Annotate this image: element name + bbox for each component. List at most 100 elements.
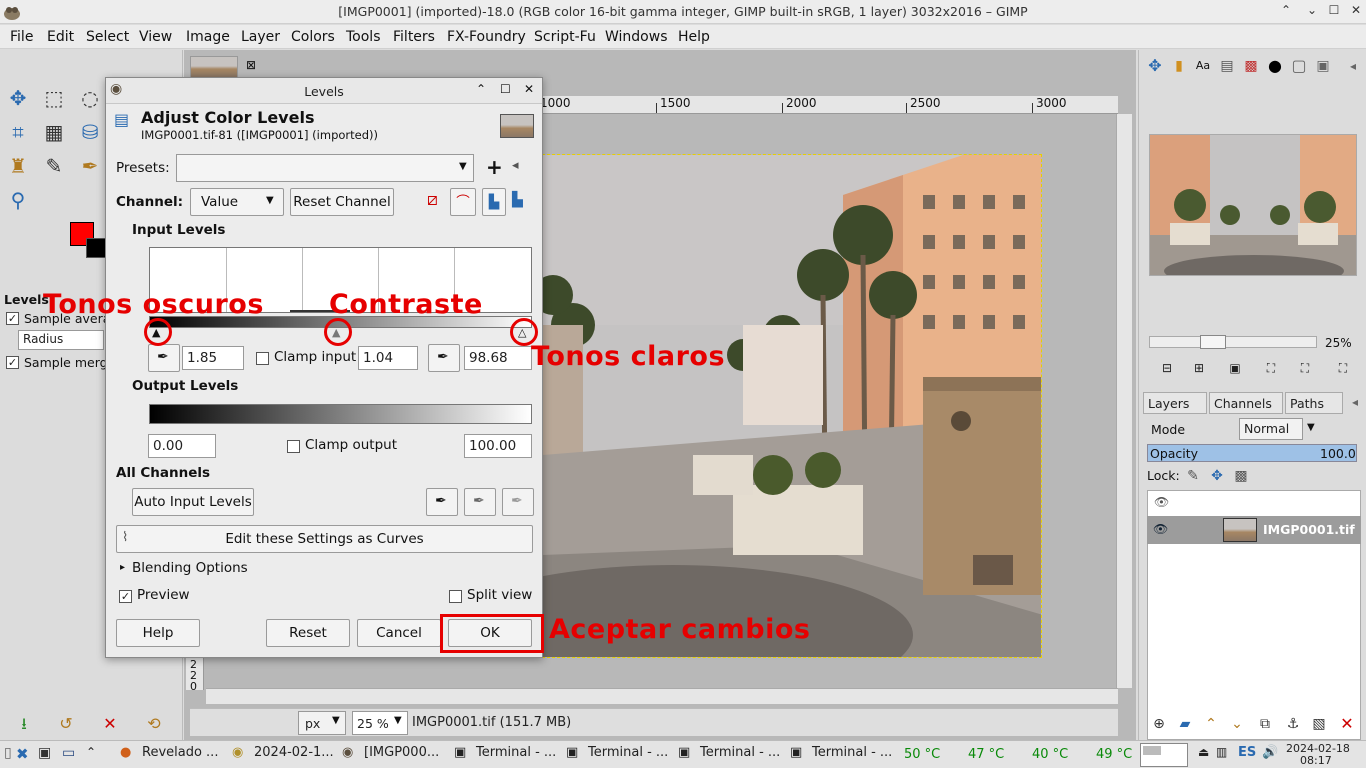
chevron-down-icon[interactable]: ▼ [459, 161, 467, 172]
task-button-terminal-2[interactable]: Terminal - ... [588, 745, 668, 767]
layer-mode-select[interactable]: Normal [1239, 418, 1303, 440]
chevron-down-icon[interactable]: ▼ [1307, 422, 1315, 433]
horizontal-scrollbar[interactable] [206, 688, 1118, 704]
sample-merged-checkbox[interactable]: ✓ [6, 356, 19, 369]
task-button-terminal-4[interactable]: Terminal - ... [812, 745, 892, 767]
zoom-icon[interactable]: ⚲ [4, 186, 32, 214]
menu-edit[interactable]: Edit [47, 29, 74, 45]
mask-icon[interactable]: ▧ [1305, 710, 1333, 738]
zoom-out-icon[interactable]: ⊟ [1153, 354, 1181, 382]
tab-layers[interactable]: Layers [1143, 392, 1207, 414]
delete-layer-icon[interactable]: ✕ [1333, 710, 1361, 738]
delete-options-icon[interactable]: ✕ [96, 710, 124, 738]
restore-icon[interactable]: ⌄ [1304, 3, 1320, 19]
clamp-input-checkbox[interactable] [256, 352, 269, 365]
clone-icon[interactable]: ♜ [4, 152, 32, 180]
new-group-icon[interactable]: ▰ [1171, 710, 1199, 738]
visibility-eye-icon[interactable]: 👁 [1153, 522, 1168, 536]
edit-as-curves-button[interactable]: Edit these Settings as Curves [116, 525, 533, 553]
workspace-1[interactable] [1143, 746, 1161, 755]
task-button-terminal-1[interactable]: Terminal - ... [476, 745, 556, 767]
task-button-folder[interactable]: 2024-02-1... [254, 745, 334, 767]
close-icon[interactable]: ✕ [1348, 3, 1364, 19]
vertical-scrollbar[interactable] [1116, 114, 1132, 688]
low-output-spinner[interactable]: 0.00 [148, 434, 216, 458]
menu-layer[interactable]: Layer [241, 29, 280, 45]
reset-button[interactable]: Reset [266, 619, 350, 647]
image-tab-close-icon[interactable]: ⊠ [246, 58, 256, 72]
slider-handle[interactable] [1200, 335, 1226, 349]
reset-options-icon[interactable]: ⟲ [140, 710, 168, 738]
usb-icon[interactable]: ⏏ [1198, 745, 1209, 767]
cancel-button[interactable]: Cancel [357, 619, 441, 647]
restore-options-icon[interactable]: ↺ [52, 710, 80, 738]
menu-image[interactable]: Image [186, 29, 230, 45]
reset-channel-button[interactable]: Reset Channel [290, 188, 394, 216]
histogram-fill-icon[interactable]: ▙ [512, 192, 523, 208]
volume-icon[interactable]: 🔊 [1262, 745, 1278, 767]
move-tool-icon[interactable]: ✥ [4, 84, 32, 112]
dock-menu-icon[interactable]: ◂ [1341, 388, 1366, 416]
sample-average-checkbox[interactable]: ✓ [6, 312, 19, 325]
xfce-menu-icon[interactable]: ✖ [16, 745, 29, 767]
zoom-1-1-icon[interactable]: ▣ [1221, 354, 1249, 382]
launcher-chevron-icon[interactable]: ⌃ [86, 745, 96, 767]
show-desktop-icon[interactable]: ▭ [62, 745, 75, 767]
menu-view[interactable]: View [139, 29, 172, 45]
presets-menu-icon[interactable]: ◂ [512, 158, 519, 173]
bucket-fill-icon[interactable]: ⛁ [76, 118, 104, 146]
smudge-icon[interactable]: ✎ [40, 152, 68, 180]
split-view-checkbox[interactable] [449, 590, 462, 603]
shrink-wrap-icon[interactable]: ⛶ [1329, 354, 1357, 382]
lasso-icon[interactable]: ◌ [76, 84, 104, 112]
workspace-switcher[interactable] [1140, 743, 1188, 767]
menu-fx-foundry[interactable]: FX-Foundry [447, 29, 526, 45]
menu-windows[interactable]: Windows [605, 29, 668, 45]
lock-alpha-icon[interactable]: ▩ [1227, 462, 1255, 490]
background-color[interactable] [86, 238, 106, 258]
navigation-zoom-slider[interactable] [1149, 335, 1317, 349]
minimize-icon[interactable]: ⌃ [1278, 3, 1294, 19]
transform-icon[interactable]: ▦ [40, 118, 68, 146]
duplicate-layer-icon[interactable]: ⧉ [1251, 710, 1279, 738]
network-icon[interactable]: ▥ [1216, 745, 1227, 767]
help-button[interactable]: Help [116, 619, 200, 647]
task-button-terminal-3[interactable]: Terminal - ... [700, 745, 780, 767]
desktop-pager-icon[interactable]: ▯ [4, 745, 12, 767]
image-tab[interactable]: ⊠ [190, 54, 262, 78]
tab-paths[interactable]: Paths [1285, 392, 1343, 414]
dialog-close-icon[interactable]: ✕ [524, 82, 534, 96]
task-button-firefox[interactable]: Revelado ... [142, 745, 218, 767]
layer-name[interactable]: IMGP0001.tif [1263, 522, 1355, 537]
lower-layer-icon[interactable]: ⌄ [1223, 710, 1251, 738]
radius-field[interactable]: Radius [18, 330, 104, 350]
pick-white-point-button[interactable]: ✒ [428, 344, 460, 372]
dock-menu-icon[interactable]: ◂ [1339, 52, 1366, 80]
raise-layer-icon[interactable]: ⌃ [1197, 710, 1225, 738]
crop-icon[interactable]: ⌗ [4, 118, 32, 146]
chevron-down-icon[interactable]: ▼ [266, 195, 274, 206]
opacity-slider[interactable]: Opacity 100.0 [1147, 444, 1357, 462]
terminal-launcher-icon[interactable]: ▣ [38, 745, 51, 767]
keyboard-layout[interactable]: ES [1238, 745, 1256, 767]
menu-tools[interactable]: Tools [346, 29, 381, 45]
new-layer-icon[interactable]: ⊕ [1145, 710, 1173, 738]
save-options-icon[interactable]: ⭳ [10, 710, 38, 738]
anchor-layer-icon[interactable]: ⚓ [1279, 710, 1307, 738]
dialog-maximize-icon[interactable]: ☐ [500, 82, 511, 96]
layer-row[interactable]: 👁 IMGP0001.tif [1147, 516, 1361, 544]
paths-icon[interactable]: ✒ [76, 152, 104, 180]
zoom-fill-icon[interactable]: ⛶ [1291, 354, 1319, 382]
presets-combo[interactable]: ▼ [176, 154, 474, 182]
preview-checkbox[interactable]: ✓ [119, 590, 132, 603]
chevron-down-icon[interactable]: ▼ [332, 715, 340, 726]
rect-select-icon[interactable]: ⬚ [40, 84, 68, 112]
menu-colors[interactable]: Colors [291, 29, 335, 45]
task-button-gimp[interactable]: [IMGP000... [364, 745, 439, 767]
pick-gray-all-button[interactable]: ✒ [464, 488, 496, 516]
tab-channels[interactable]: Channels [1209, 392, 1283, 414]
linear-histogram-icon[interactable]: ⧄ [427, 190, 438, 210]
clamp-output-checkbox[interactable] [287, 440, 300, 453]
dialog-minimize-icon[interactable]: ⌃ [476, 82, 486, 96]
zoom-fit-icon[interactable]: ⛶ [1257, 354, 1285, 382]
